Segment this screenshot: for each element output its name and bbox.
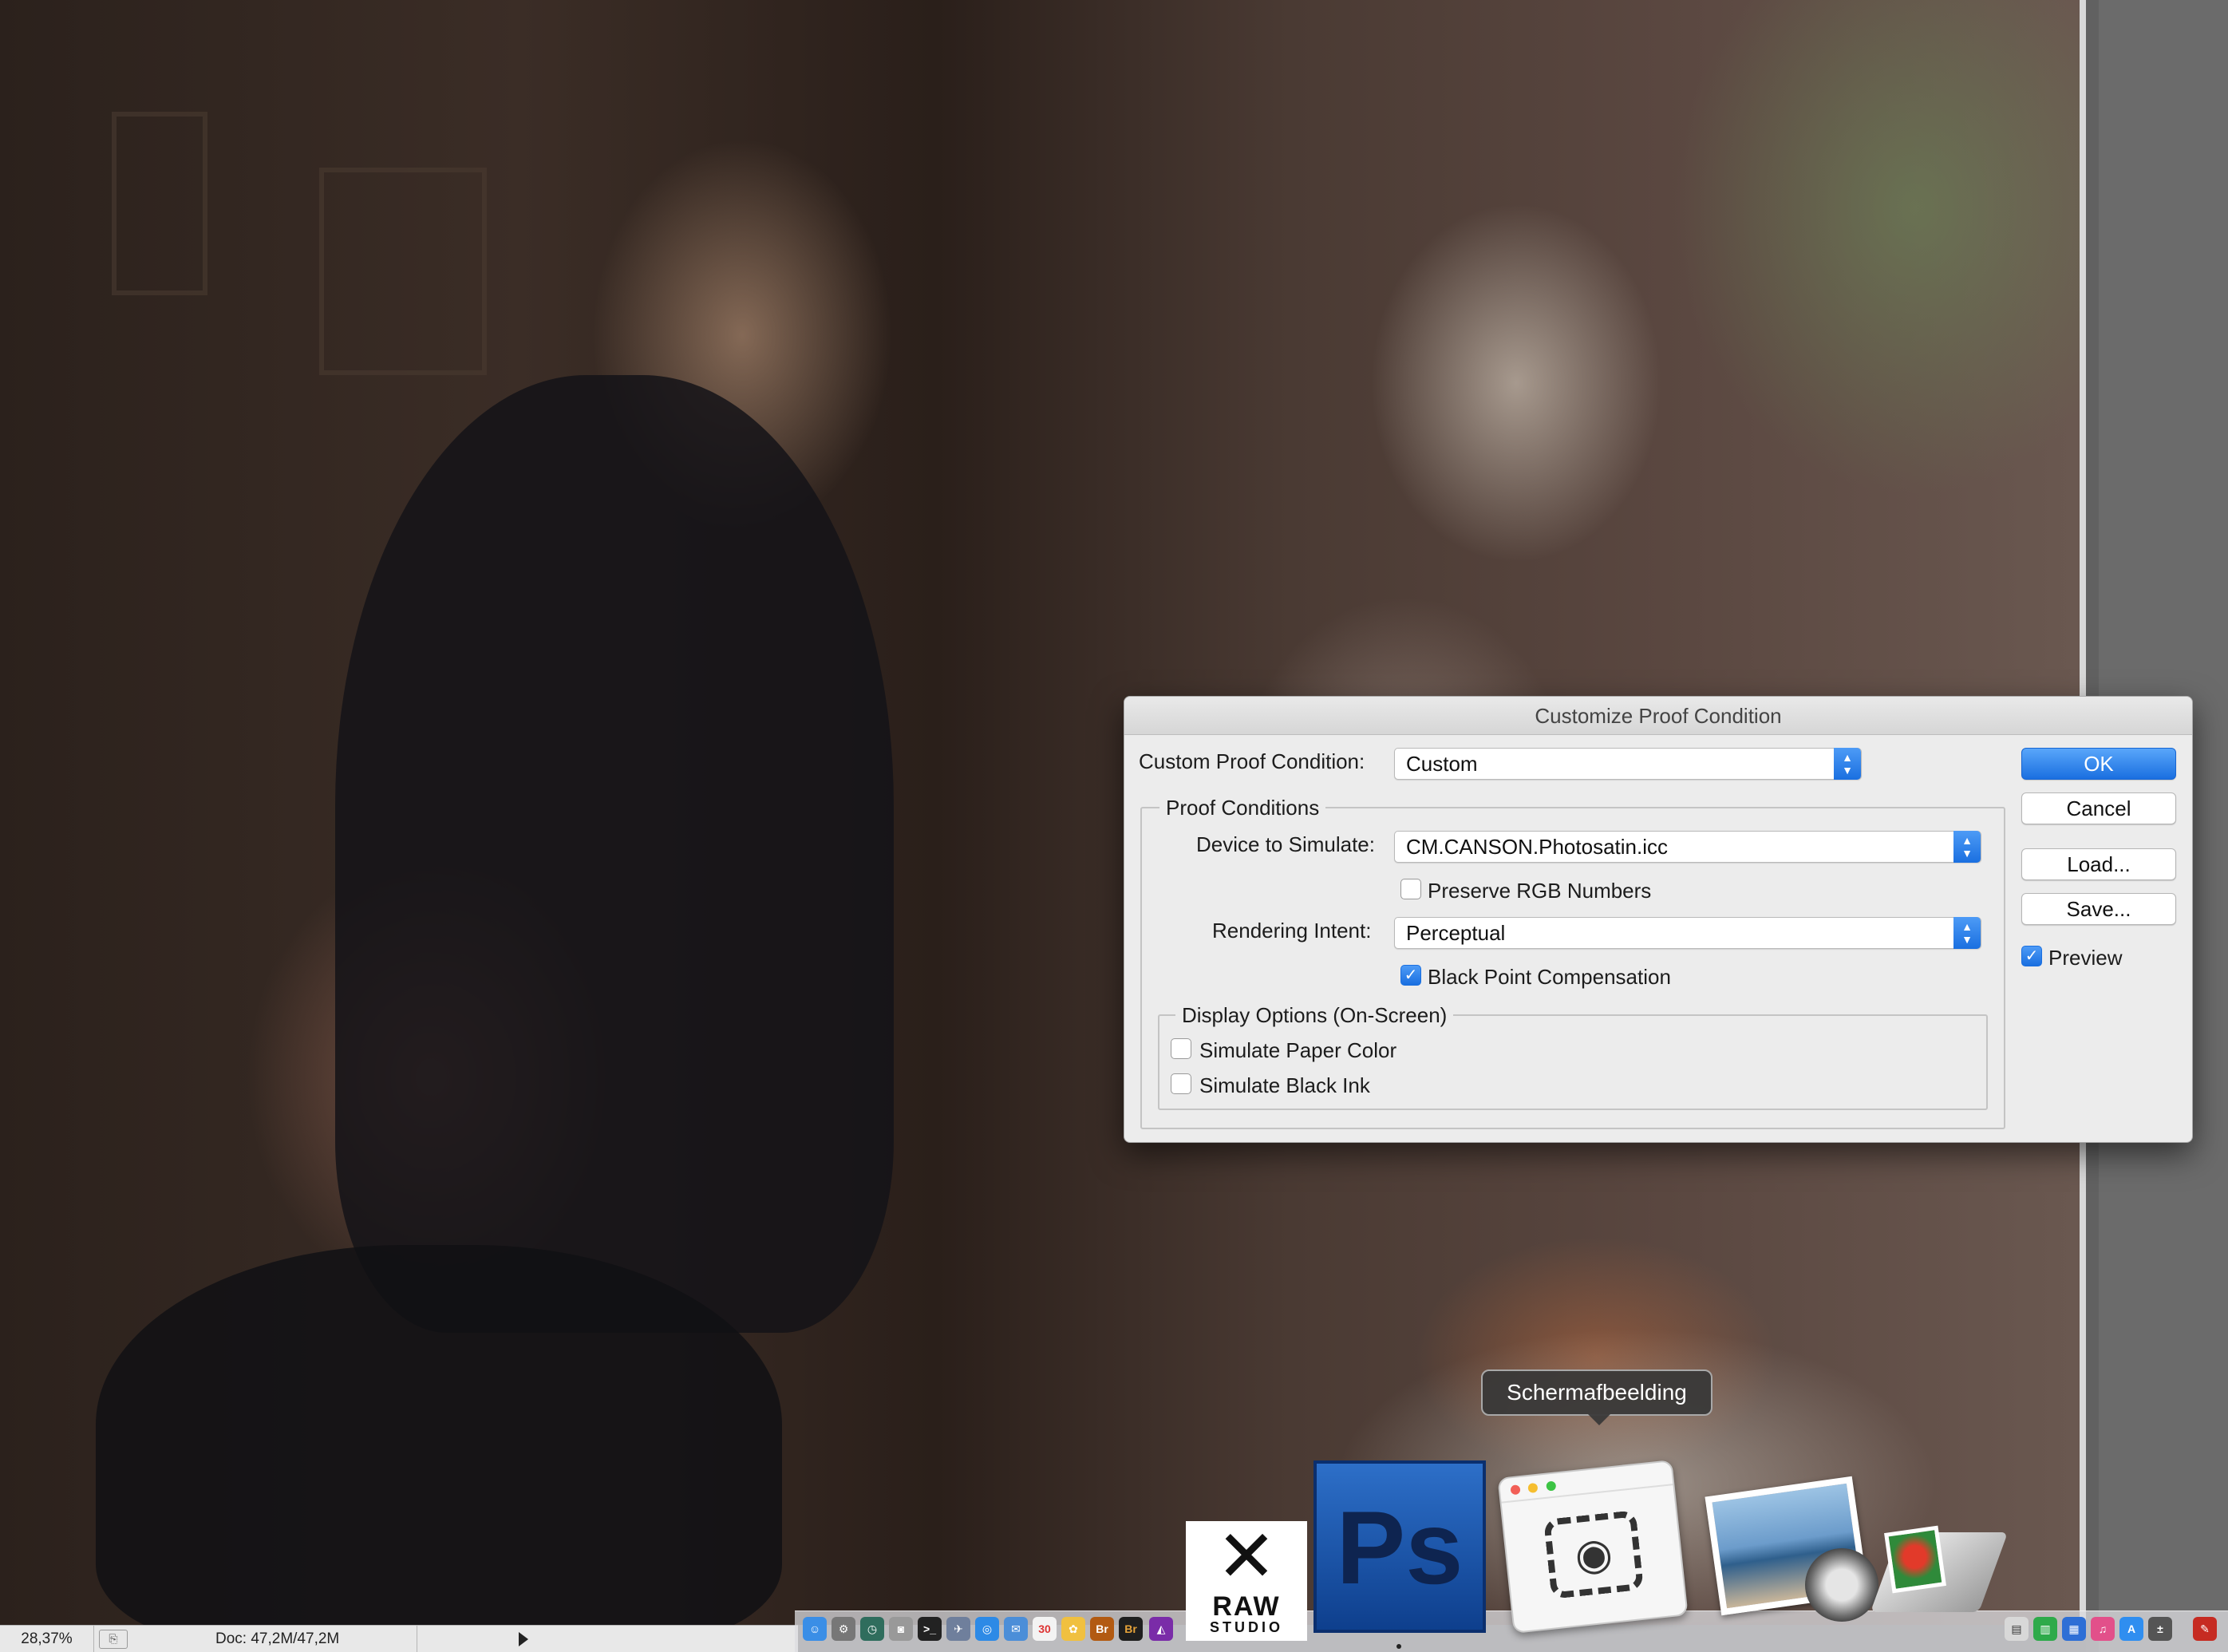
documents-stack-icon[interactable]: ▤ xyxy=(2005,1617,2029,1641)
rendering-intent-value: Perceptual xyxy=(1406,921,1506,945)
simulate-black-ink-label: Simulate Black Ink xyxy=(1199,1073,1370,1097)
acrobat-icon[interactable]: ✎ xyxy=(2193,1617,2217,1641)
customize-proof-condition-dialog: Customize Proof Condition Custom Proof C… xyxy=(1124,696,2193,1143)
wall-picture-frame xyxy=(112,112,207,295)
status-info-icon[interactable]: ⎘ xyxy=(99,1629,128,1649)
dialog-title: Customize Proof Condition xyxy=(1124,697,2192,735)
disk-utility-icon[interactable]: ◙ xyxy=(889,1617,913,1641)
raw-studio-x-glyph: ✕ xyxy=(1216,1515,1277,1599)
system-preferences-icon[interactable]: ⚙ xyxy=(832,1617,855,1641)
keynote-icon[interactable]: ▦ xyxy=(2062,1617,2086,1641)
simulate-black-ink-checkbox[interactable] xyxy=(1171,1073,1191,1094)
preview-label: Preview xyxy=(2048,946,2123,970)
cancel-button[interactable]: Cancel xyxy=(2021,792,2176,824)
black-point-compensation-checkbox[interactable]: ✓ xyxy=(1400,965,1421,986)
display-options-title: Display Options (On-Screen) xyxy=(1175,1003,1454,1028)
photo-figure-woman xyxy=(96,1245,782,1625)
photos-icon[interactable]: ✿ xyxy=(1061,1617,1085,1641)
calculator-icon[interactable]: ± xyxy=(2148,1617,2172,1641)
custom-proof-condition-value: Custom xyxy=(1406,752,1478,776)
itunes-icon[interactable]: ♫ xyxy=(2091,1617,2115,1641)
wall-picture-frame xyxy=(319,168,487,375)
proof-conditions-title: Proof Conditions xyxy=(1159,796,1326,820)
simulate-paper-color-label: Simulate Paper Color xyxy=(1199,1038,1397,1062)
custom-proof-condition-select[interactable]: Custom ▲ ▼ xyxy=(1394,748,1862,780)
rendering-intent-label: Rendering Intent: xyxy=(1212,919,1372,943)
black-point-compensation-label: Black Point Compensation xyxy=(1428,965,1671,989)
raw-studio-sub-label: STUDIO xyxy=(1209,1619,1283,1635)
window-max-dot xyxy=(1546,1480,1557,1492)
bridge-icon[interactable]: Br xyxy=(1090,1617,1114,1641)
terminal-icon[interactable]: >_ xyxy=(918,1617,942,1641)
calendar-icon[interactable]: 30 xyxy=(1033,1617,1057,1641)
document-size: Doc: 47,2M/47,2M xyxy=(215,1630,340,1647)
preview-checkbox[interactable]: ✓ xyxy=(2021,946,2042,966)
load-button[interactable]: Load... xyxy=(2021,848,2176,880)
bridge-cc-icon[interactable]: Br xyxy=(1119,1617,1143,1641)
window-close-dot xyxy=(1510,1484,1521,1496)
raw-studio-label: RAW xyxy=(1212,1591,1281,1622)
select-arrows-icon: ▲ ▼ xyxy=(1834,748,1861,780)
dock-tooltip: Schermafbeelding xyxy=(1481,1369,1712,1416)
rendering-intent-select[interactable]: Perceptual ▲ ▼ xyxy=(1394,917,1981,949)
device-to-simulate-select[interactable]: CM.CANSON.Photosatin.icc ▲ ▼ xyxy=(1394,831,1981,863)
device-to-simulate-label: Device to Simulate: xyxy=(1196,832,1375,856)
simulate-paper-color-checkbox[interactable] xyxy=(1171,1038,1191,1059)
zoom-level-field[interactable]: 28,37% xyxy=(0,1625,94,1652)
launchpad-icon[interactable]: ✈ xyxy=(946,1617,970,1641)
device-to-simulate-value: CM.CANSON.Photosatin.icc xyxy=(1406,835,1668,859)
select-arrows-icon: ▲ ▼ xyxy=(1953,917,1981,949)
preserve-rgb-label: Preserve RGB Numbers xyxy=(1428,879,1652,903)
mail-icon[interactable]: ✉ xyxy=(1004,1617,1028,1641)
app-store-icon[interactable]: A xyxy=(2119,1617,2143,1641)
custom-proof-condition-label: Custom Proof Condition: xyxy=(1139,749,1365,773)
dock-tooltip-arrow xyxy=(1588,1414,1610,1425)
affinity-photo-icon[interactable]: ◭ xyxy=(1149,1617,1173,1641)
select-arrows-icon: ▲ ▼ xyxy=(1953,831,1981,863)
preview-magnifier-icon xyxy=(1805,1548,1878,1622)
ok-button[interactable]: OK xyxy=(2021,748,2176,780)
photoshop-app-icon[interactable]: Ps xyxy=(1313,1460,1486,1633)
photo-figure-girl xyxy=(335,375,894,1333)
status-menu-arrow-icon[interactable] xyxy=(519,1631,528,1646)
safari-icon[interactable]: ◎ xyxy=(975,1617,999,1641)
camera-icon: ◉ xyxy=(1543,1510,1644,1599)
save-button[interactable]: Save... xyxy=(2021,893,2176,925)
preserve-rgb-checkbox[interactable] xyxy=(1400,879,1421,899)
image-capture-photo-icon xyxy=(1884,1525,1946,1594)
raw-studio-app-icon[interactable]: ✕ RAW STUDIO xyxy=(1186,1521,1307,1641)
window-min-dot xyxy=(1527,1482,1539,1493)
numbers-icon[interactable]: ▥ xyxy=(2033,1617,2057,1641)
running-indicator xyxy=(1396,1644,1401,1649)
status-bar: 28,37% ⎘ Doc: 47,2M/47,2M xyxy=(0,1625,798,1652)
finder-icon[interactable]: ☺ xyxy=(803,1617,827,1641)
screenshot-app-icon[interactable]: ◉ xyxy=(1497,1460,1689,1634)
time-machine-icon[interactable]: ◷ xyxy=(860,1617,884,1641)
